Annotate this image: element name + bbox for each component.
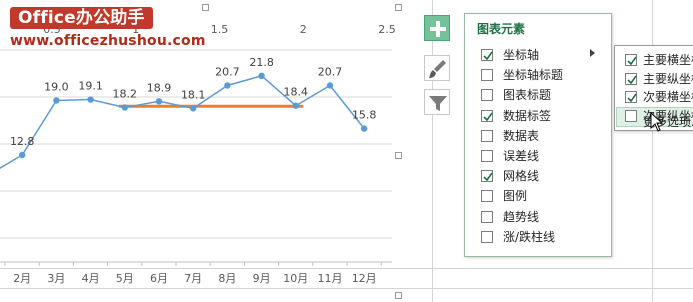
option-label: 图例 <box>503 189 528 204</box>
column-gridline <box>432 0 433 302</box>
checkbox-icon[interactable] <box>481 190 493 203</box>
option-label: 涨/跌柱线 <box>503 229 556 244</box>
checked-checkbox-icon[interactable] <box>481 170 493 183</box>
checked-checkbox-icon[interactable] <box>625 54 637 66</box>
axis-option[interactable]: 主要纵坐标轴 <box>621 69 693 89</box>
axis-option[interactable]: 次要横坐标轴 <box>621 87 693 107</box>
x-tick-label: 3月 <box>47 272 65 285</box>
checked-checkbox-icon[interactable] <box>481 109 493 122</box>
option-label: 坐标轴标题 <box>503 68 564 83</box>
secondary-x-tick-label: 2 <box>300 23 307 36</box>
checkbox-icon[interactable] <box>481 230 493 243</box>
secondary-x-tick-label: 2.5 <box>378 23 396 36</box>
filter-icon <box>429 96 447 111</box>
chart-resize-handle[interactable] <box>395 292 402 299</box>
data-label: 12.8 <box>10 135 35 148</box>
chart-elements-button[interactable] <box>424 15 450 41</box>
data-point <box>361 125 368 132</box>
checked-checkbox-icon[interactable] <box>481 49 493 61</box>
x-tick-label: 6月 <box>150 272 168 285</box>
chart-resize-handle[interactable] <box>395 152 402 159</box>
chart-styles-button[interactable] <box>424 55 450 81</box>
chart-resize-handle[interactable] <box>202 4 209 11</box>
data-point <box>155 98 163 105</box>
data-point <box>224 82 231 89</box>
chart-element-option[interactable]: 误差线 <box>481 147 609 165</box>
logo-title: Office办公助手 <box>10 7 153 29</box>
x-tick-label: 11月 <box>318 272 343 285</box>
chart-element-option[interactable]: 涨/跌柱线 <box>481 228 609 246</box>
submenu-arrow-icon[interactable] <box>590 49 595 57</box>
option-label: 趋势线 <box>503 209 540 224</box>
data-label: 19.1 <box>78 80 103 93</box>
chart-resize-handle[interactable] <box>395 4 402 11</box>
chart-element-option[interactable]: 趋势线 <box>481 208 609 226</box>
panel-title: 图表元素 <box>477 22 526 36</box>
option-label: 误差线 <box>503 149 540 163</box>
data-point <box>258 72 265 80</box>
data-point <box>121 104 128 111</box>
chart-element-option[interactable]: 图例 <box>481 187 609 205</box>
plus-icon <box>430 21 446 37</box>
chart-element-option[interactable]: 坐标轴标题 <box>481 66 609 84</box>
checkbox-icon[interactable] <box>481 89 493 102</box>
data-point <box>326 82 334 89</box>
x-tick-label: 12月 <box>352 272 377 285</box>
axis-option[interactable]: 主要横坐标轴 <box>621 50 693 70</box>
option-label: 数据标签 <box>503 108 552 123</box>
data-label: 15.8 <box>352 109 377 122</box>
data-label: 20.7 <box>318 65 343 78</box>
data-label: 21.8 <box>249 56 274 69</box>
data-label: 19.0 <box>44 80 69 93</box>
chart-element-option[interactable]: 数据标签 <box>481 107 609 125</box>
x-tick-label: 10月 <box>283 272 308 285</box>
logo-url: www.officezhushou.com <box>10 33 206 49</box>
data-point <box>19 151 26 159</box>
option-label: 图表标题 <box>503 88 552 103</box>
excel-sheet: 2月 3月 4月 5月 6月 7月 8月 9月 10月 11月 12月 0.5 1 1.5 2 2.5 12.8… <box>0 0 693 302</box>
x-tick-label: 7月 <box>184 272 202 285</box>
option-label: 坐标轴 <box>503 48 540 62</box>
data-label: 20.7 <box>215 65 240 78</box>
data-point <box>292 102 299 109</box>
checkbox-icon[interactable] <box>481 150 493 162</box>
checkbox-icon[interactable] <box>481 69 493 82</box>
checkbox-icon[interactable] <box>625 109 637 122</box>
data-label: 18.2 <box>113 87 138 100</box>
data-label: 18.1 <box>181 88 206 101</box>
axis-option-label: 主要横坐标轴 <box>643 53 693 67</box>
data-point <box>53 97 60 104</box>
checked-checkbox-icon[interactable] <box>625 91 637 103</box>
checked-checkbox-icon[interactable] <box>625 72 637 85</box>
x-tick-label: 9月 <box>253 272 271 285</box>
option-label: 数据表 <box>503 128 540 143</box>
data-label: 18.4 <box>284 86 309 99</box>
data-point <box>87 96 94 103</box>
chart-element-option[interactable]: 图表标题 <box>481 86 609 104</box>
axis-option-label: 次要横坐标轴 <box>643 90 693 104</box>
x-tick-label: 8月 <box>218 272 236 285</box>
paintbrush-icon <box>429 60 446 78</box>
option-label: 网格线 <box>503 169 540 184</box>
secondary-x-tick-label: 1.5 <box>211 23 229 36</box>
axis-option-label: 主要纵坐标轴 <box>643 71 693 86</box>
chart-element-option[interactable]: 网格线 <box>481 167 609 185</box>
mouse-cursor-icon <box>650 112 664 132</box>
data-point <box>190 105 197 112</box>
x-tick-label: 2月 <box>13 272 31 285</box>
chart-element-option[interactable]: 数据表 <box>481 127 609 145</box>
x-tick-label: 5月 <box>116 272 134 285</box>
chart-filters-button[interactable] <box>424 89 450 115</box>
checkbox-icon[interactable] <box>481 210 493 223</box>
data-label: 18.9 <box>147 81 172 94</box>
site-logo: Office办公助手 www.officezhushou.com <box>2 4 205 54</box>
x-tick-label: 4月 <box>82 272 100 285</box>
checkbox-icon[interactable] <box>481 129 493 142</box>
